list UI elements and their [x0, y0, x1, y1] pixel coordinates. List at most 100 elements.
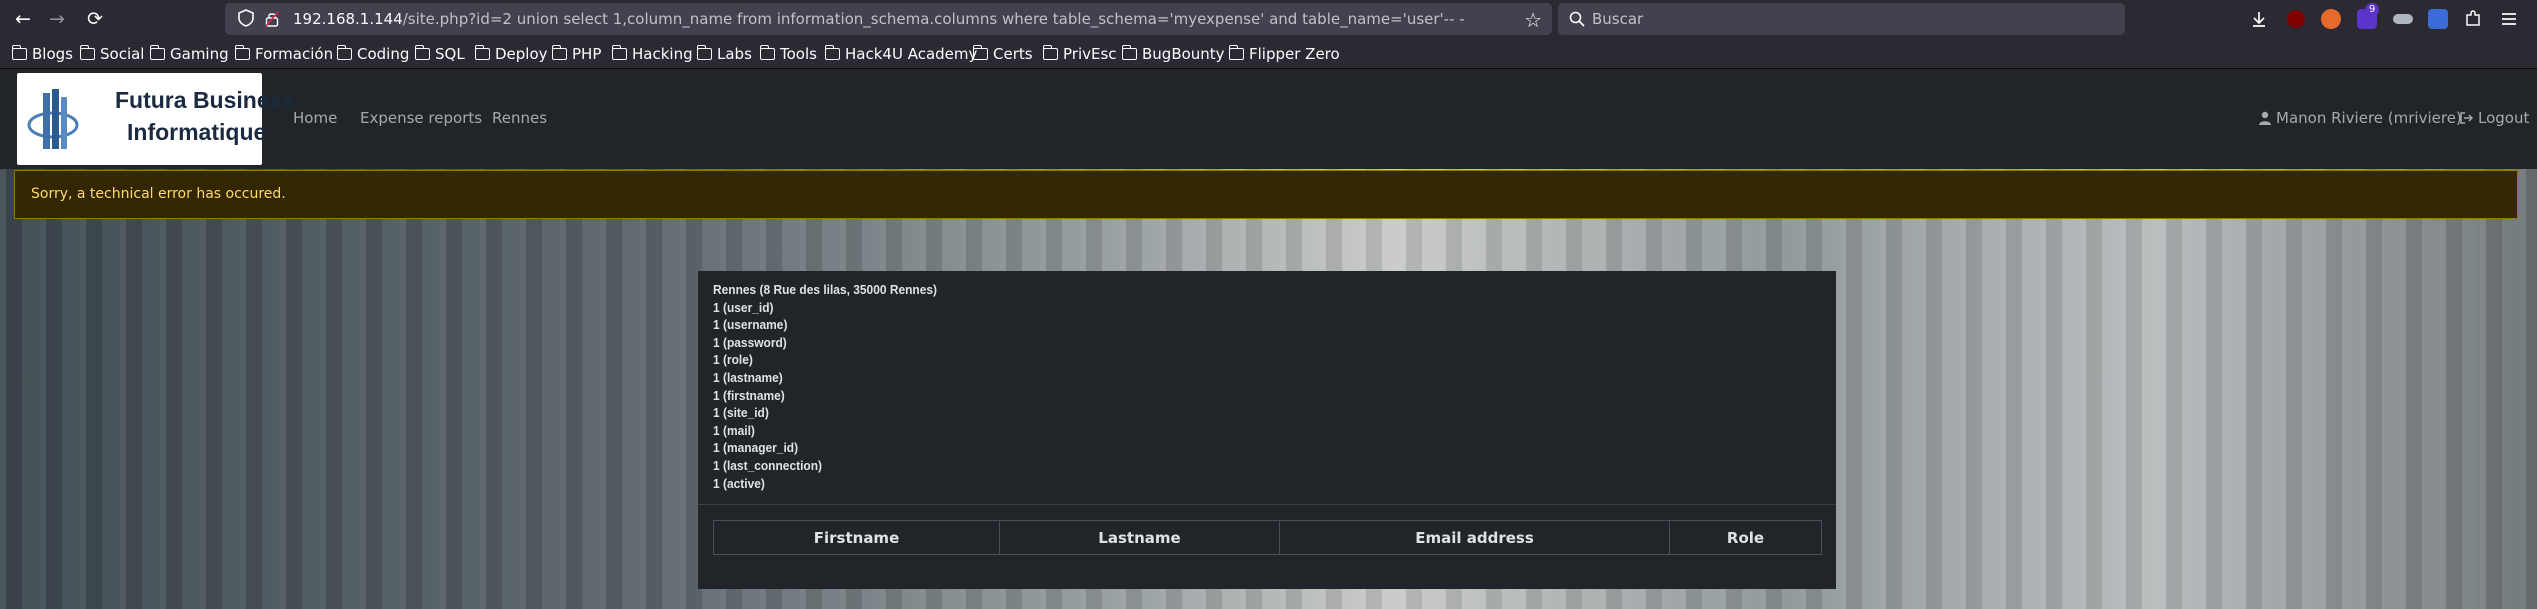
bookmark-folder[interactable]: SQL: [414, 44, 465, 64]
folder-icon: [474, 45, 490, 60]
site-info-line: 1 (last_connection): [713, 457, 822, 473]
ublock-icon[interactable]: [2287, 10, 2305, 28]
bookmark-star-icon[interactable]: ☆: [1524, 8, 1542, 32]
bookmark-folder[interactable]: Labs: [696, 44, 752, 64]
reload-icon[interactable]: ⟳: [83, 7, 107, 31]
insecure-lock-icon[interactable]: [265, 11, 279, 27]
bookmark-folder[interactable]: Coding: [336, 44, 409, 64]
bookmark-label: Social: [100, 45, 145, 63]
forward-icon[interactable]: →: [45, 7, 69, 31]
bookmark-folder[interactable]: Blogs: [11, 44, 73, 64]
bookmark-label: PHP: [572, 45, 602, 63]
logout-label: Logout: [2478, 109, 2530, 127]
back-icon[interactable]: ←: [11, 7, 35, 31]
column-header-email: Email address: [1279, 520, 1670, 555]
folder-icon: [972, 45, 988, 60]
search-bar[interactable]: Buscar: [1558, 3, 2125, 35]
site-info-line: 1 (active): [713, 475, 765, 491]
column-header-lastname: Lastname: [999, 520, 1280, 555]
bookmark-folder[interactable]: PHP: [551, 44, 602, 64]
browser-toolbar: ← → ⟳ 192.168.1.144/site.php?id=2 union …: [0, 0, 2537, 38]
users-table: Firstname Lastname Email address Role: [713, 520, 1822, 555]
bookmarks-bar: Blogs Social Gaming Formación Coding SQL…: [0, 38, 2537, 69]
glasses-extension-icon[interactable]: [2393, 14, 2413, 24]
folder-icon: [336, 45, 352, 60]
site-info-line: 1 (password): [713, 334, 787, 350]
site-info-line: Rennes (8 Rue des lilas, 35000 Rennes): [713, 282, 938, 297]
logout-link[interactable]: Logout: [2459, 109, 2529, 127]
site-info-line: 1 (mail): [713, 422, 755, 438]
bookmark-label: Hack4U Academy: [845, 45, 978, 63]
bookmark-label: Hacking: [632, 45, 693, 63]
alert-text: Sorry, a technical error has occured.: [31, 186, 286, 202]
nav-expense-reports[interactable]: Expense reports: [360, 109, 482, 127]
folder-icon: [234, 45, 250, 60]
nav-home[interactable]: Home: [293, 109, 337, 127]
url-path: /site.php?id=2 union select 1,column_nam…: [402, 10, 1465, 28]
column-header-role: Role: [1669, 520, 1822, 555]
table-header-row: Firstname Lastname Email address Role: [713, 520, 1822, 555]
bookmark-label: SQL: [435, 45, 465, 63]
menu-icon[interactable]: [2499, 9, 2519, 29]
folder-icon: [79, 45, 95, 60]
bookmark-label: Flipper Zero: [1249, 45, 1340, 63]
url-text[interactable]: 192.168.1.144/site.php?id=2 union select…: [293, 10, 1465, 28]
site-info-line: 1 (manager_id): [713, 440, 799, 456]
user-menu[interactable]: Manon Riviere (mriviere): [2259, 109, 2462, 127]
search-icon: [1569, 11, 1585, 27]
folder-icon: [11, 45, 27, 60]
bookmark-folder[interactable]: Formación: [234, 44, 333, 64]
folder-icon: [149, 45, 165, 60]
folder-icon: [1121, 45, 1137, 60]
bookmark-folder[interactable]: PrivEsc: [1042, 44, 1117, 64]
site-info-line: 1 (username): [713, 317, 788, 333]
folder-icon: [696, 45, 712, 60]
error-alert: Sorry, a technical error has occured.: [14, 170, 2518, 219]
folder-icon: [1228, 45, 1244, 60]
bookmark-label: Gaming: [170, 45, 229, 63]
bookmark-folder[interactable]: BugBounty: [1121, 44, 1225, 64]
bookmark-folder[interactable]: Deploy: [474, 44, 548, 64]
foxyproxy-icon[interactable]: [2321, 9, 2341, 29]
bookmark-label: Deploy: [495, 45, 548, 63]
tracking-shield-icon[interactable]: [237, 9, 255, 27]
bookmark-label: PrivEsc: [1063, 45, 1117, 63]
logo-title-line2: Informatique: [127, 119, 267, 145]
folder-icon: [824, 45, 840, 60]
column-header-firstname: Firstname: [713, 520, 1000, 555]
extension-badge: 9: [2365, 3, 2380, 16]
site-info: Rennes (8 Rue des lilas, 35000 Rennes) 1…: [713, 281, 937, 492]
address-bar[interactable]: 192.168.1.144/site.php?id=2 union select…: [225, 3, 1552, 35]
bookmark-folder[interactable]: Tools: [759, 44, 817, 64]
bookmark-folder[interactable]: Hack4U Academy: [824, 44, 978, 64]
site-info-line: 1 (firstname): [713, 387, 785, 403]
logout-icon: [2460, 112, 2473, 124]
card-divider: [698, 504, 1836, 505]
folder-icon: [1042, 45, 1058, 60]
bookmark-folder[interactable]: Hacking: [611, 44, 693, 64]
search-placeholder: Buscar: [1592, 10, 1644, 28]
site-info-line: 1 (lastname): [713, 369, 783, 385]
folder-icon: [611, 45, 627, 60]
site-card: Rennes (8 Rue des lilas, 35000 Rennes) 1…: [698, 271, 1836, 589]
bookmark-label: Tools: [780, 45, 817, 63]
site-info-line: 1 (role): [713, 352, 753, 368]
company-logo[interactable]: Futura Business Informatique: [17, 73, 295, 165]
extensions-puzzle-icon[interactable]: [2463, 9, 2483, 29]
logo-title-line1: Futura Business: [115, 87, 296, 113]
user-name: Manon Riviere (mriviere): [2276, 109, 2462, 127]
downloads-icon[interactable]: [2248, 9, 2270, 29]
site-info-line: 1 (user_id): [713, 299, 774, 315]
app-navbar: Futura Business Informatique Home Expens…: [0, 69, 2537, 169]
privacy-extension-icon[interactable]: [2428, 9, 2448, 29]
site-info-line: 1 (site_id): [713, 405, 769, 421]
bookmark-folder[interactable]: Flipper Zero: [1228, 44, 1340, 64]
folder-icon: [551, 45, 567, 60]
url-host: 192.168.1.144: [293, 10, 403, 28]
folder-icon: [759, 45, 775, 60]
bookmark-folder[interactable]: Gaming: [149, 44, 229, 64]
nav-rennes[interactable]: Rennes: [492, 109, 547, 127]
bookmark-folder[interactable]: Certs: [972, 44, 1033, 64]
user-icon: [2259, 111, 2271, 125]
bookmark-folder[interactable]: Social: [79, 44, 145, 64]
